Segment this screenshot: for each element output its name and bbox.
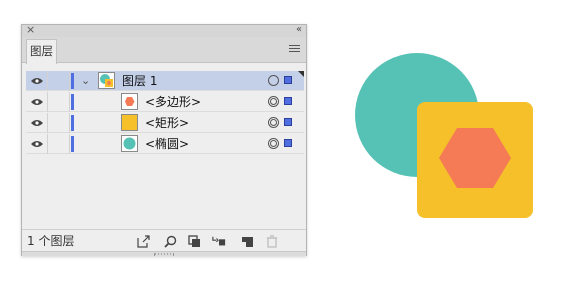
layer-count-label: 1 个图层: [27, 234, 75, 248]
new-sublayer-icon[interactable]: [212, 234, 226, 248]
selection-indicator[interactable]: [284, 97, 292, 105]
collapse-panel-icon[interactable]: ‹‹: [296, 24, 302, 36]
selection-indicator[interactable]: [284, 76, 292, 84]
lock-toggle[interactable]: [48, 92, 70, 112]
resize-grip[interactable]: [22, 251, 306, 256]
layer-color-indicator: [71, 73, 74, 89]
tab-layers[interactable]: 图层: [26, 39, 57, 64]
target-circle-icon[interactable]: [268, 117, 279, 128]
panel-footer: 1 个图层: [22, 229, 306, 251]
lock-toggle[interactable]: [48, 134, 70, 154]
layer-name: 图层 1: [122, 74, 158, 88]
locate-object-icon[interactable]: [163, 234, 177, 248]
new-layer-icon[interactable]: [240, 234, 254, 248]
layer-color-indicator: [71, 115, 74, 131]
visibility-toggle[interactable]: [26, 71, 48, 91]
polygon-thumbnail: [121, 93, 138, 110]
layer-name: <多边形>: [145, 95, 202, 109]
visibility-toggle[interactable]: [26, 113, 48, 133]
clipping-mask-icon[interactable]: [187, 234, 201, 248]
selection-indicator[interactable]: [284, 139, 292, 147]
panel-tab-bar: 图层: [22, 37, 306, 64]
layer-row-ellipse[interactable]: <椭圆>: [26, 134, 304, 154]
export-icon[interactable]: [136, 234, 150, 248]
lock-toggle[interactable]: [48, 71, 70, 91]
layer-name: <椭圆>: [145, 137, 190, 151]
visibility-toggle[interactable]: [26, 92, 48, 112]
visibility-toggle[interactable]: [26, 134, 48, 154]
target-circle-icon[interactable]: [268, 96, 279, 107]
layer-color-indicator: [71, 94, 74, 110]
layer-composite-thumbnail: [98, 72, 115, 89]
target-circle-icon[interactable]: [268, 75, 279, 86]
chevron-down-icon[interactable]: ⌄: [81, 73, 90, 89]
eye-icon: [30, 78, 43, 84]
target-circle-icon[interactable]: [268, 138, 279, 149]
layer-name: <矩形>: [145, 116, 190, 130]
close-icon[interactable]: ×: [26, 24, 35, 36]
current-layer-corner-icon: [298, 71, 304, 77]
lock-toggle[interactable]: [48, 113, 70, 133]
trash-icon[interactable]: [265, 234, 279, 248]
layer-row-polygon[interactable]: <多边形>: [26, 92, 304, 112]
selection-indicator[interactable]: [284, 118, 292, 126]
panel-title-bar: × ‹‹: [22, 24, 306, 37]
eye-icon: [30, 120, 43, 126]
eye-icon: [30, 99, 43, 105]
layer-row-layer-1[interactable]: ⌄ 图层 1: [26, 71, 304, 91]
panel-menu-icon[interactable]: [289, 45, 300, 54]
layers-panel: × ‹‹ 图层 ⌄ 图层 1 <多边形> <矩形> <椭圆> 1 个图层: [21, 24, 307, 256]
eye-icon: [30, 141, 43, 147]
layer-color-indicator: [71, 136, 74, 152]
ellipse-thumbnail: [121, 135, 138, 152]
layer-row-rectangle[interactable]: <矩形>: [26, 113, 304, 133]
artwork-canvas[interactable]: [350, 50, 540, 225]
rectangle-thumbnail: [121, 114, 138, 131]
